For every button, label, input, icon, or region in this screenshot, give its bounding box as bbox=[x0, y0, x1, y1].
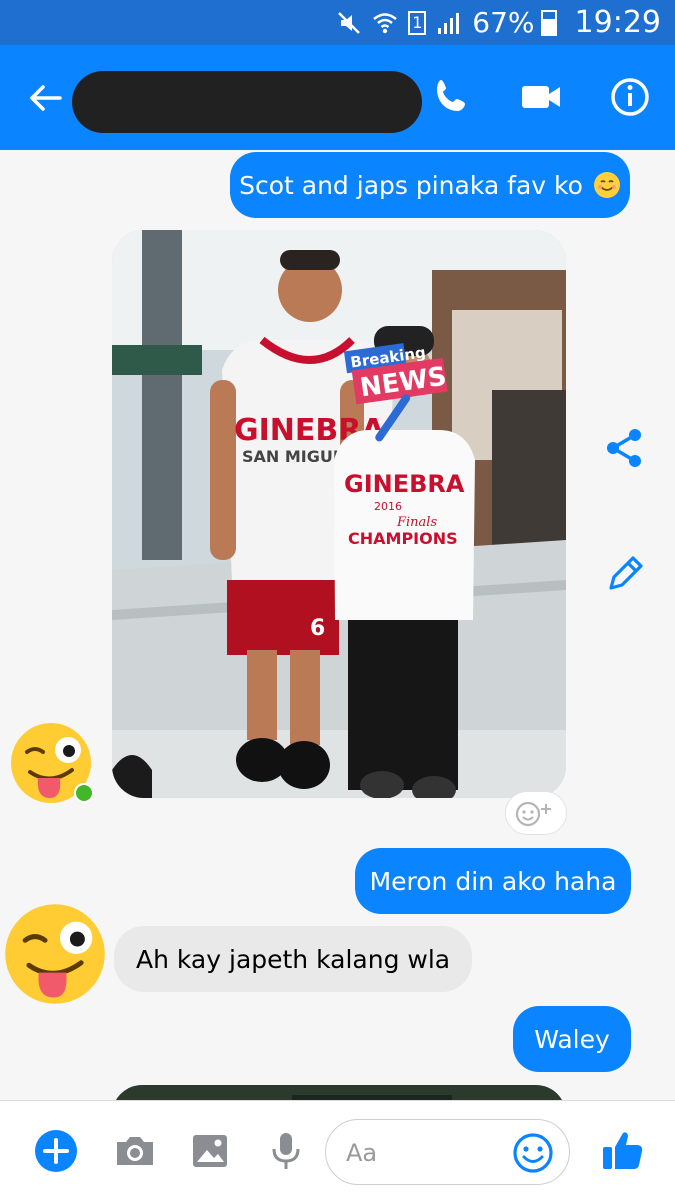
online-indicator bbox=[74, 783, 94, 803]
smiling-face-icon bbox=[593, 172, 620, 198]
microphone-icon[interactable] bbox=[264, 1129, 308, 1173]
winking-tongue-emoji-icon bbox=[5, 904, 105, 1004]
clock: 19:29 bbox=[574, 5, 661, 40]
video-call-icon[interactable] bbox=[517, 73, 565, 121]
sender-avatar[interactable] bbox=[4, 903, 106, 1005]
phone-call-icon[interactable] bbox=[428, 73, 476, 121]
emoji-icon[interactable] bbox=[511, 1131, 555, 1175]
message-text: Ah kay japeth kalang wla bbox=[136, 944, 451, 974]
message-text: Waley bbox=[534, 1024, 610, 1054]
photo-message[interactable]: GINEBRA SAN MIGUEL 6 GINEBRA 2016 Finals… bbox=[112, 230, 566, 798]
wifi-icon bbox=[373, 12, 398, 33]
battery-percentage: 67% bbox=[472, 6, 535, 39]
battery-icon bbox=[540, 9, 557, 36]
shirt2-text-finals: Finals bbox=[396, 515, 437, 530]
gallery-icon[interactable] bbox=[188, 1129, 232, 1173]
status-bar: 1 67% 19:29 bbox=[0, 0, 675, 45]
shirt2-text-champions: CHAMPIONS bbox=[348, 529, 458, 548]
message-text: Meron din ako haha bbox=[369, 866, 617, 896]
shorts-number: 6 bbox=[310, 616, 325, 641]
message-outgoing[interactable]: Scot and japs pinaka fav ko bbox=[230, 152, 630, 218]
edit-pencil-icon[interactable] bbox=[603, 552, 647, 596]
back-arrow-icon[interactable] bbox=[25, 78, 65, 118]
message-list[interactable]: Scot and japs pinaka fav ko GINEBRA SAN … bbox=[0, 150, 675, 1125]
sim-label: 1 bbox=[412, 13, 423, 32]
add-reaction-button[interactable] bbox=[505, 791, 567, 835]
info-icon[interactable] bbox=[606, 73, 654, 121]
camera-icon[interactable] bbox=[113, 1129, 157, 1173]
message-outgoing[interactable]: Meron din ako haha bbox=[355, 848, 631, 914]
message-input-box[interactable] bbox=[325, 1119, 570, 1185]
message-composer bbox=[0, 1100, 675, 1200]
battery-fill bbox=[542, 18, 555, 34]
like-icon[interactable] bbox=[600, 1127, 646, 1173]
add-icon[interactable] bbox=[34, 1129, 78, 1173]
shirt2-text-ginebra: GINEBRA bbox=[344, 470, 465, 498]
shirt2-text-year: 2016 bbox=[374, 500, 402, 513]
message-incoming[interactable]: Ah kay japeth kalang wla bbox=[114, 926, 473, 992]
signal-icon bbox=[438, 12, 460, 34]
mute-icon bbox=[338, 11, 361, 34]
message-input[interactable] bbox=[344, 1130, 518, 1176]
photo-scene: GINEBRA SAN MIGUEL 6 GINEBRA 2016 Finals… bbox=[112, 230, 566, 798]
sim-icon: 1 bbox=[408, 10, 427, 35]
message-outgoing[interactable]: Waley bbox=[513, 1006, 631, 1072]
conversation-header bbox=[0, 45, 675, 150]
contact-name-redacted[interactable] bbox=[72, 71, 422, 133]
share-icon[interactable] bbox=[603, 426, 647, 470]
add-reaction-icon bbox=[515, 801, 551, 827]
message-text: Scot and japs pinaka fav ko bbox=[239, 170, 583, 200]
